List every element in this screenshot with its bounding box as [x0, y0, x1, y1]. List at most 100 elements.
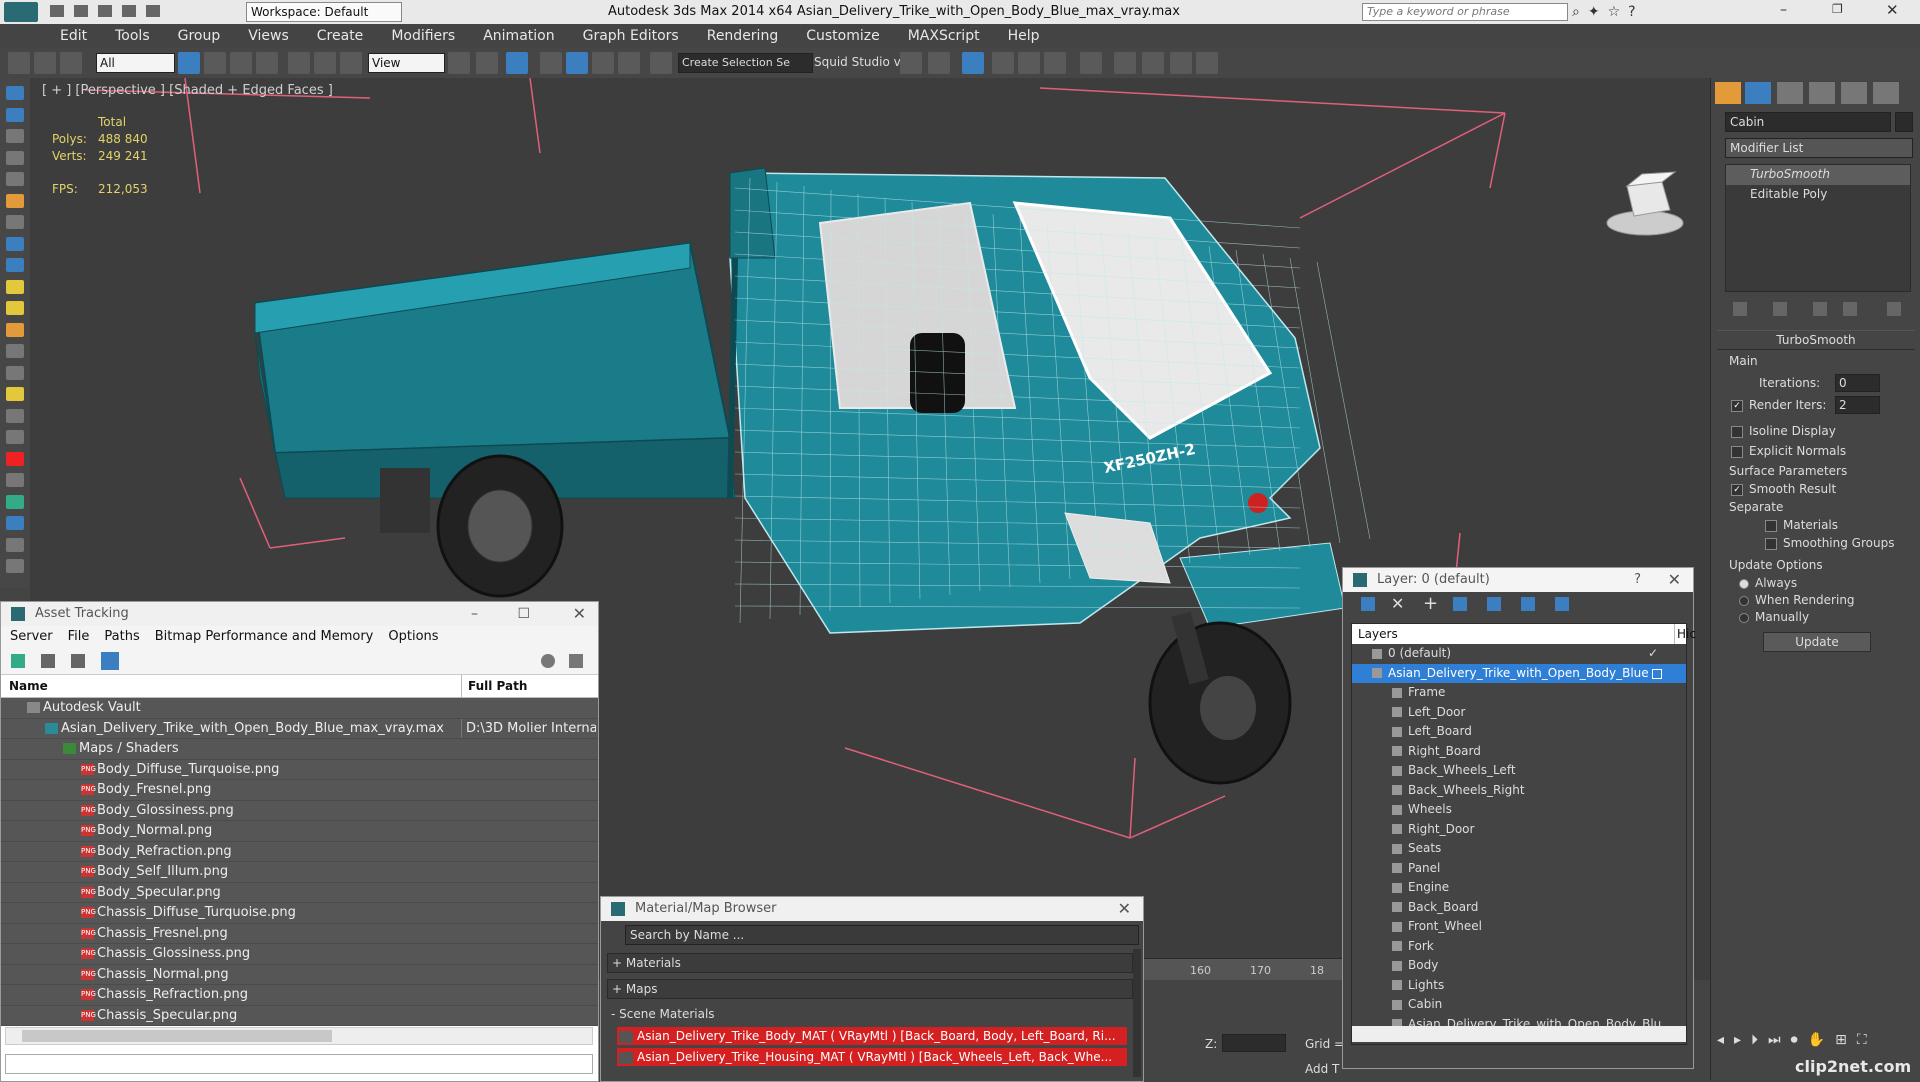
layer-row[interactable]: Left_Door — [1352, 703, 1686, 723]
asset-menu-item[interactable]: Options — [388, 629, 438, 644]
rotate-icon[interactable] — [314, 52, 336, 74]
asset-row[interactable]: PNGChassis_Refraction.png — [1, 985, 598, 1006]
thumbnail-view-icon[interactable] — [71, 654, 85, 668]
menu-item[interactable]: Edit — [0, 24, 101, 44]
layer-hide-toggle[interactable] — [1652, 668, 1662, 679]
angle-snap-icon[interactable] — [566, 52, 588, 74]
layer-row[interactable]: Front_Wheel — [1352, 917, 1686, 937]
asset-horizontal-scrollbar[interactable] — [5, 1027, 593, 1045]
modify-tab-icon[interactable] — [1745, 82, 1771, 104]
pivot-icon[interactable] — [448, 52, 470, 74]
tool-strip-icon[interactable] — [6, 301, 24, 315]
layer-row[interactable]: Frame — [1352, 683, 1686, 703]
delete-layer-icon[interactable]: ✕ — [1391, 594, 1404, 613]
scene-materials-section[interactable]: - Scene Materials — [607, 1005, 1131, 1023]
tool-strip-icon[interactable] — [6, 473, 24, 487]
motion-tab-icon[interactable] — [1809, 82, 1835, 104]
tool-strip-icon[interactable] — [6, 344, 24, 358]
tool-strip-icon[interactable] — [6, 365, 24, 380]
render-iters-spinner[interactable]: 2 — [1835, 396, 1880, 414]
isoline-checkbox[interactable] — [1731, 425, 1743, 438]
menu-item[interactable]: Animation — [469, 24, 568, 44]
tool-strip-icon[interactable] — [6, 322, 24, 337]
layer-row[interactable]: Left_Board — [1352, 722, 1686, 742]
create-tab-icon[interactable] — [1715, 82, 1741, 104]
quick-access-icons[interactable] — [50, 5, 230, 19]
snap-toggle-icon[interactable] — [540, 52, 562, 74]
percent-snap-icon[interactable] — [592, 52, 614, 74]
layer-row[interactable]: Fork — [1352, 937, 1686, 957]
schematic-view-icon[interactable] — [1044, 52, 1066, 74]
material-editor-icon[interactable] — [1080, 52, 1102, 74]
asset-row[interactable]: PNGBody_Normal.png — [1, 821, 598, 842]
refresh-icon[interactable] — [11, 654, 25, 668]
keyboard-shortcut-icon[interactable] — [506, 52, 528, 74]
select-in-layer-icon[interactable] — [1453, 597, 1467, 611]
iterations-spinner[interactable]: 0 — [1835, 374, 1880, 392]
select-manipulate-icon[interactable] — [476, 52, 498, 74]
asset-row[interactable]: PNGBody_Glossiness.png — [1, 800, 598, 821]
remove-modifier-icon[interactable] — [1843, 302, 1857, 316]
asset-status-field[interactable] — [5, 1054, 593, 1074]
tool-strip-icon[interactable] — [6, 129, 24, 143]
layer-row[interactable]: Back_Wheels_Left — [1352, 761, 1686, 781]
table-view-icon[interactable] — [101, 652, 119, 670]
material-browser-scrollbar[interactable] — [1133, 949, 1141, 1077]
column-path-header[interactable]: Full Path — [461, 675, 527, 697]
link-icon[interactable] — [8, 52, 30, 74]
asset-menu-item[interactable]: Bitmap Performance and Memory — [155, 629, 374, 644]
help-options-icon[interactable] — [569, 654, 583, 668]
tool-strip-icon[interactable] — [6, 387, 24, 401]
tool-strip-icon[interactable] — [6, 215, 24, 229]
material-search-input[interactable]: Search by Name ... — [625, 925, 1139, 945]
material-browser-titlebar[interactable]: Material/Map Browser ✕ — [601, 897, 1143, 921]
layer-window-titlebar[interactable]: Layer: 0 (default) ? ✕ — [1343, 568, 1693, 592]
list-view-icon[interactable] — [41, 654, 55, 668]
asset-menu-item[interactable]: Server — [10, 629, 53, 644]
explicit-normals-checkbox[interactable] — [1731, 445, 1743, 458]
show-end-result-icon[interactable] — [1773, 302, 1787, 316]
mirror-icon[interactable] — [900, 52, 922, 74]
render-teapot-icon[interactable] — [1196, 52, 1218, 74]
layer-row[interactable]: Engine — [1352, 878, 1686, 898]
restore-icon[interactable]: ❐ — [1832, 2, 1843, 16]
tool-strip-icon[interactable] — [6, 279, 24, 294]
scene-material-item[interactable]: Asian_Delivery_Trike_Body_MAT ( VRayMtl … — [617, 1027, 1127, 1045]
tool-strip-icon[interactable] — [6, 451, 24, 466]
object-color-swatch[interactable] — [1895, 112, 1913, 132]
move-icon[interactable] — [288, 52, 310, 74]
asset-row[interactable]: PNGBody_Refraction.png — [1, 841, 598, 862]
workspace-dropdown[interactable]: Workspace: Default — [246, 2, 402, 22]
align-icon[interactable] — [928, 52, 950, 74]
smooth-result-checkbox[interactable]: ✓ — [1731, 483, 1743, 496]
menu-item[interactable]: Create — [303, 24, 378, 44]
rect-selection-icon[interactable] — [230, 52, 252, 74]
layer-row[interactable]: Back_Wheels_Right — [1352, 781, 1686, 801]
close-icon[interactable]: ✕ — [1668, 568, 1681, 592]
menu-item[interactable]: Views — [234, 24, 303, 44]
tool-strip-icon[interactable] — [6, 537, 24, 552]
utilities-tab-icon[interactable] — [1873, 82, 1899, 104]
help-icon[interactable] — [541, 654, 555, 668]
bind-space-warp-icon[interactable] — [60, 52, 82, 74]
asset-row[interactable]: PNGChassis_Diffuse_Turquoise.png — [1, 903, 598, 924]
materials-checkbox[interactable] — [1765, 519, 1777, 532]
app-logo-icon[interactable] — [4, 2, 38, 22]
tool-strip-icon[interactable] — [6, 258, 24, 272]
tool-strip-icon[interactable] — [6, 494, 24, 509]
tool-strip-icon[interactable] — [6, 408, 24, 423]
layer-row[interactable]: Lights — [1352, 976, 1686, 996]
menu-item[interactable]: Graph Editors — [569, 24, 693, 44]
asset-menu-item[interactable]: Paths — [104, 629, 139, 644]
layers-column-header[interactable]: Layers — [1358, 624, 1398, 644]
smoothing-groups-checkbox[interactable] — [1765, 537, 1777, 550]
help-icons[interactable]: ⌕✦☆? — [1572, 4, 1712, 20]
when-rendering-radio[interactable] — [1739, 595, 1749, 606]
materials-section[interactable]: + Materials — [607, 953, 1133, 973]
scene-material-item[interactable]: Asian_Delivery_Trike_Housing_MAT ( VRayM… — [617, 1048, 1127, 1066]
menu-item[interactable]: Rendering — [693, 24, 793, 44]
select-object-icon[interactable] — [178, 52, 200, 74]
always-radio[interactable] — [1739, 578, 1749, 589]
stack-item-editable-poly[interactable]: Editable Poly — [1726, 185, 1910, 205]
tool-strip-icon[interactable] — [6, 430, 24, 444]
